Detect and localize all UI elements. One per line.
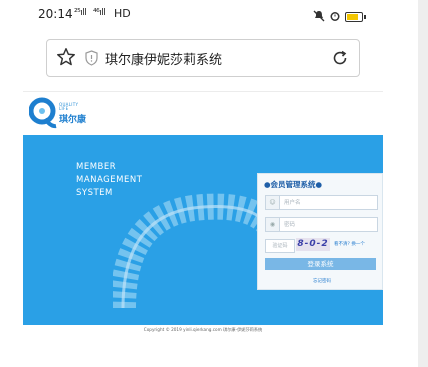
forgot-password-link[interactable]: 忘记密码 xyxy=(313,278,331,284)
banner-line-3: SYSTEM xyxy=(76,188,113,198)
address-bar[interactable]: 琪尔康伊妮莎莉系统 xyxy=(46,39,360,77)
star-icon[interactable] xyxy=(55,46,77,72)
copyright: Copyright © 2019 yinli.qierkang.com 琪尔康-… xyxy=(143,327,263,332)
password-field[interactable]: ◉ 密码 xyxy=(265,217,378,232)
banner-line-2: MANAGEMENT xyxy=(76,175,143,185)
signal-2: ⁴⁶ıll xyxy=(93,8,106,18)
captcha-image[interactable]: 8-0-2 xyxy=(296,238,330,251)
reload-icon[interactable] xyxy=(331,49,349,71)
login-button[interactable]: 登录系统 xyxy=(265,258,376,270)
captcha-input[interactable]: 验证码 xyxy=(265,239,295,253)
clock: 20:14 xyxy=(38,7,73,21)
captcha-refresh-link[interactable]: 看不清? 换一个 xyxy=(334,241,365,247)
lock-icon: ◉ xyxy=(266,218,280,231)
signal-1: ²⁵ıll xyxy=(74,8,87,18)
page-title: 琪尔康伊妮莎莉系统 xyxy=(105,53,223,68)
username-field[interactable]: ☺ 用户名 xyxy=(265,195,378,210)
banner-line-1: MEMBER xyxy=(76,162,117,172)
login-panel: ●会员管理系统● ☺ 用户名 ◉ 密码 验证码 8-0-2 看不清? 换一个 登… xyxy=(257,173,383,290)
divider xyxy=(23,91,383,92)
logo-mark-icon xyxy=(28,97,57,133)
user-icon: ☺ xyxy=(266,196,280,209)
rope-graphic xyxy=(113,193,273,309)
logo[interactable]: QUALITY LIFE 琪尔康 xyxy=(28,97,89,133)
logo-text-cn: 琪尔康 xyxy=(59,115,87,125)
network-type: HD xyxy=(114,7,131,20)
login-title: ●会员管理系统● xyxy=(264,180,323,189)
mute-icon xyxy=(313,7,325,26)
status-bar: 20:14 ²⁵ıll ⁴⁶ıll HD xyxy=(0,0,418,28)
shield-icon[interactable] xyxy=(84,50,99,70)
logo-text-en: QUALITY LIFE xyxy=(59,102,79,111)
side-panel xyxy=(418,0,428,367)
battery-icon xyxy=(345,11,366,22)
alarm-icon xyxy=(329,7,341,26)
